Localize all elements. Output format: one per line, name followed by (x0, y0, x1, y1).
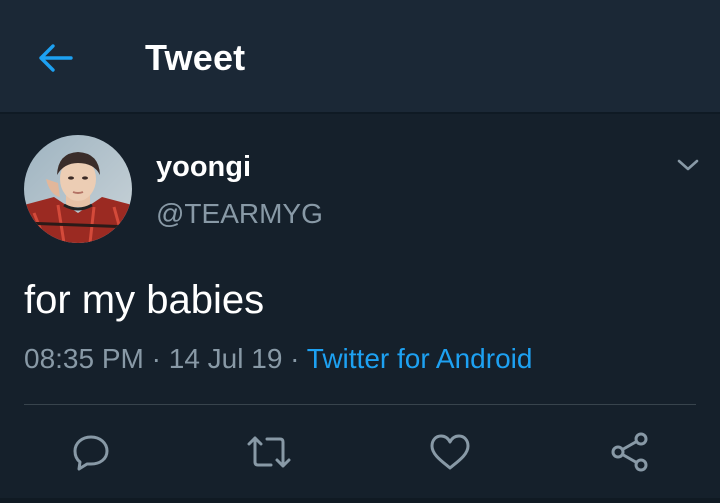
back-button[interactable] (32, 36, 80, 80)
user-display-name[interactable]: yoongi (156, 150, 251, 184)
share-icon (611, 432, 648, 472)
tweet-source-link[interactable]: Twitter for Android (307, 343, 533, 374)
chevron-down-icon (677, 159, 699, 171)
tweet-date: 14 Jul 19 (168, 343, 283, 374)
retweet-icon (247, 436, 291, 468)
top-bar: Tweet (0, 0, 720, 114)
meta-separator: · (151, 343, 161, 374)
bottom-divider (0, 498, 720, 503)
tweet-menu-button[interactable] (670, 148, 706, 182)
meta-separator: · (290, 343, 300, 374)
like-button[interactable] (426, 428, 474, 476)
divider (24, 404, 696, 405)
avatar[interactable] (24, 135, 132, 243)
share-button[interactable] (606, 428, 654, 476)
tweet-metadata: 08:35 PM · 14 Jul 19 · Twitter for Andro… (24, 342, 532, 376)
page-title: Tweet (145, 37, 246, 78)
reply-icon (73, 435, 109, 471)
tweet-text: for my babies (24, 278, 265, 322)
retweet-button[interactable] (245, 428, 293, 476)
reply-button[interactable] (67, 428, 115, 476)
arrow-left-icon (39, 44, 73, 72)
tweet-time: 08:35 PM (24, 343, 144, 374)
like-icon (430, 434, 470, 470)
user-handle[interactable]: @TEARMYG (156, 197, 323, 231)
